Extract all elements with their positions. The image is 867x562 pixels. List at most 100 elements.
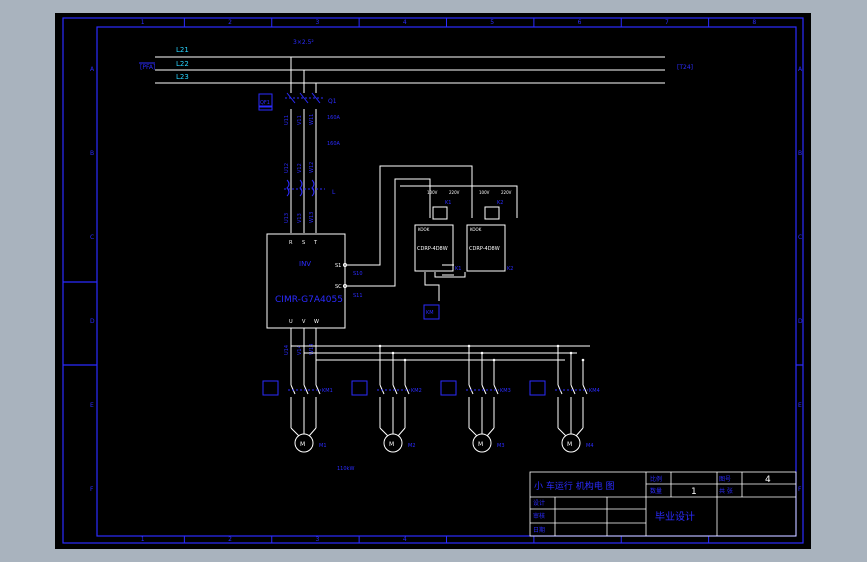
row-label-left: D [90, 318, 95, 325]
motor-contactor-label: KM2 [411, 388, 422, 394]
title-block-qty-label: 数量 [650, 487, 662, 495]
row-label-right: C [798, 234, 802, 241]
row-label-left: A [90, 66, 95, 73]
relay-coil: KOOK [470, 227, 482, 232]
control-wire-labels: S10 S11 [353, 271, 363, 299]
reactor-label: L [332, 189, 336, 196]
column-ticks [183, 18, 710, 543]
bus-line-l23: L23 [176, 73, 189, 81]
row-label-left: F [90, 486, 94, 493]
column-label-bottom: 2 [228, 536, 232, 543]
row-label-left: B [90, 150, 94, 157]
row-label-right: D [798, 318, 803, 325]
bus-lines [139, 56, 665, 84]
inverter-model: CIMR-G7A4055 [275, 295, 343, 305]
title-block-title: 小 车运行 机构电 图 [534, 480, 615, 492]
inverter-control-terminals: S1 SC [335, 263, 342, 290]
relay-2: CDRP-4D8W KOOK K2 100V 220V K2 [466, 190, 513, 272]
motor-label: M3 [497, 443, 505, 449]
bus-left-tag: [PFA] [140, 64, 155, 71]
row-labels: A A B B C C D D E E F F [90, 66, 803, 493]
wire-label: V12 [297, 163, 303, 173]
svg-text:M: M [389, 441, 394, 448]
row-label-left: E [90, 402, 94, 409]
relay-bottom-tag-text: KM [426, 310, 434, 316]
terminal-s: S [302, 240, 305, 246]
column-label-bottom: 3 [315, 536, 319, 543]
wire-label: U13 [284, 213, 290, 223]
relay-coil: KOOK [418, 227, 430, 232]
terminal-u: U [289, 319, 293, 325]
relay-rating: 100V [427, 190, 438, 195]
bus-line-l22: L22 [176, 60, 189, 68]
title-block-row-design: 设计 [533, 499, 545, 507]
title-block-sheet-label: 图号 [719, 476, 731, 483]
title-block-qty-value: 1 [691, 487, 697, 497]
electrical-schematic: 1 1 2 2 3 3 4 4 5 6 7 8 A A B B C C D D E E F F 3×2.5² [PFA] [… [62, 17, 804, 544]
wire-label: U12 [284, 163, 290, 173]
svg-text:M: M [300, 441, 305, 448]
column-label-top: 6 [578, 19, 582, 26]
title-block-row-review: 审核 [533, 512, 545, 520]
inverter-title: INV [299, 260, 311, 268]
motor-label: M1 [319, 443, 327, 449]
motor-branch-4: KM4 M M4 [529, 344, 600, 453]
wire-label: V11 [297, 115, 303, 125]
motor-branch-1: KM1 M M1 [262, 379, 333, 453]
column-label-top: 4 [403, 19, 407, 26]
title-block-subtitle: 毕业设计 [655, 510, 695, 523]
breaker-tag: QF1 [260, 100, 270, 106]
relay-label: K1 [445, 200, 451, 206]
wire-label: V14 [297, 345, 303, 355]
terminal-v: V [302, 319, 306, 325]
inverter-box [266, 233, 346, 329]
relay-rating: 220V [449, 190, 460, 195]
svg-text:M: M [478, 441, 483, 448]
column-label-top: 3 [315, 19, 319, 26]
motor-contactor-label: KM3 [500, 388, 511, 394]
breaker-rating: 160A [327, 115, 341, 121]
motor-label: M4 [586, 443, 594, 449]
relay-1: CDRP-4D8W KOOK K1 100V 220V K1 [414, 190, 461, 272]
relay-rating: 220V [501, 190, 512, 195]
breaker-label: Q1 [328, 98, 337, 105]
column-label-top: 5 [490, 19, 494, 26]
row-label-right: A [798, 66, 803, 73]
wire-label: V13 [297, 213, 303, 223]
relay-rating: 100V [479, 190, 490, 195]
motor-rating: 110kW [337, 466, 354, 472]
column-labels: 1 1 2 2 3 3 4 4 5 6 7 8 [141, 19, 757, 543]
drawing-frame [62, 17, 804, 544]
column-label-bottom: 1 [141, 536, 145, 543]
wire-label: U14 [284, 345, 290, 355]
row-label-left: C [90, 234, 94, 241]
motor-label: M2 [408, 443, 416, 449]
title-block-ratio-label: 比例 [650, 475, 662, 483]
title-block-row-labels: 设计 审核 日期 [533, 499, 545, 534]
title-block-sheet-value: 4 [765, 475, 771, 485]
terminal-t: T [313, 240, 318, 246]
relay-bottom-tag: KM [423, 304, 440, 320]
terminal-w: W [314, 319, 319, 325]
relay-label-bottom: K2 [507, 266, 513, 272]
relay-model: CDRP-4D8W [469, 246, 500, 252]
column-label-top: 2 [228, 19, 232, 26]
bus-right-tag: [T24] [677, 64, 693, 71]
control-wiring [343, 165, 518, 301]
motor-distribution [291, 345, 590, 361]
inverter-input-terminals: R S T [289, 240, 318, 246]
row-label-right: E [798, 402, 802, 409]
column-label-top: 7 [665, 19, 669, 26]
relay-label-bottom: K1 [455, 266, 461, 272]
row-label-right: B [798, 150, 802, 157]
column-label-bottom: 4 [403, 536, 407, 543]
motor-branch-2: KM2 M M2 [351, 344, 422, 453]
column-label-top: 1 [141, 19, 145, 26]
row-label-right: F [798, 486, 802, 493]
bus-line-l21: L21 [176, 46, 189, 54]
wire-label: W13 [309, 212, 315, 223]
terminal-s1: S1 [335, 263, 341, 269]
title-block-sheet-label2: 共 张 [719, 487, 733, 495]
terminal-r: R [289, 240, 293, 246]
bus-line-labels: L21 L22 L23 [176, 46, 189, 81]
